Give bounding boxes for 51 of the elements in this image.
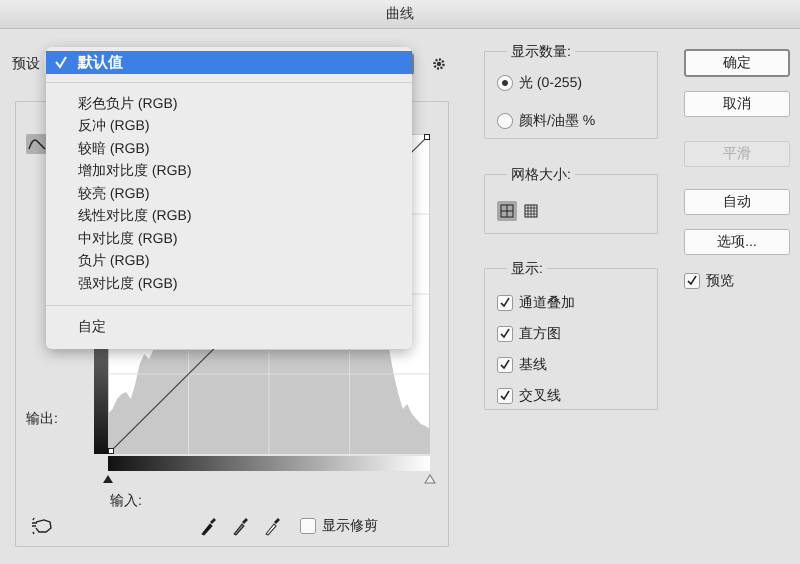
settings-icon[interactable]: [432, 57, 446, 71]
curve-point-handle[interactable]: [108, 448, 114, 454]
menu-item[interactable]: 较暗 (RGB): [46, 138, 412, 160]
group-title: 显示数量:: [507, 43, 575, 61]
curve-point-handle[interactable]: [424, 134, 430, 140]
checkbox-label: 直方图: [519, 324, 561, 342]
eyedropper-icon[interactable]: [200, 516, 218, 536]
radio-button[interactable]: [497, 113, 513, 129]
show-clipping-label: 显示修剪: [322, 517, 378, 535]
menu-item[interactable]: 自定: [46, 316, 412, 338]
eyedropper-icon[interactable]: [264, 516, 282, 536]
checkbox-label: 通道叠加: [519, 294, 575, 312]
menu-item[interactable]: 负片 (RGB): [46, 250, 412, 272]
menu-item[interactable]: 强对比度 (RGB): [46, 272, 412, 295]
curve-icon: [28, 137, 46, 151]
preset-label: 预设: [12, 55, 40, 73]
menu-item[interactable]: 中对比度 (RGB): [46, 228, 412, 250]
output-label: 输出:: [26, 410, 58, 428]
input-slider-handle[interactable]: [424, 474, 436, 484]
group-title: 显示:: [507, 260, 547, 278]
checkbox[interactable]: [497, 388, 513, 404]
dialog-button[interactable]: 自动: [684, 189, 790, 215]
menu-item[interactable]: 较亮 (RGB): [46, 182, 412, 205]
menu-item[interactable]: 彩色负片 (RGB): [46, 92, 412, 115]
menu-item[interactable]: 增加对比度 (RGB): [46, 160, 412, 182]
eyedropper-icon[interactable]: [232, 516, 250, 536]
menu-item[interactable]: 反冲 (RGB): [46, 115, 412, 138]
input-slider-handle[interactable]: [102, 474, 114, 484]
curve-tool-button[interactable]: [26, 134, 48, 154]
menu-item[interactable]: 线性对比度 (RGB): [46, 205, 412, 228]
checkmark-icon: [54, 55, 68, 70]
checkbox-label: 基线: [519, 356, 547, 374]
preview-label: 预览: [706, 272, 734, 290]
group-title: 网格大小:: [507, 166, 575, 184]
grid-size-button[interactable]: [497, 201, 517, 221]
dialog-button[interactable]: 确定: [684, 49, 790, 77]
preview-checkbox[interactable]: [684, 272, 700, 288]
input-label: 输入:: [110, 492, 143, 510]
dialog-button[interactable]: 选项...: [684, 229, 790, 255]
show-clipping-checkbox[interactable]: [300, 518, 316, 534]
radio-button[interactable]: [497, 75, 513, 91]
hand-tool-icon[interactable]: [30, 516, 54, 536]
radio-label: 光 (0-255): [519, 74, 582, 92]
checkbox[interactable]: [497, 356, 513, 372]
checkbox[interactable]: [497, 294, 513, 310]
checkbox-label: 交叉线: [519, 386, 561, 404]
radio-label: 颜料/油墨 %: [519, 112, 596, 130]
checkbox[interactable]: [497, 326, 513, 342]
menu-item[interactable]: 默认值: [46, 51, 412, 74]
window-title: 曲线: [386, 5, 414, 23]
dialog-button[interactable]: 取消: [684, 91, 790, 117]
